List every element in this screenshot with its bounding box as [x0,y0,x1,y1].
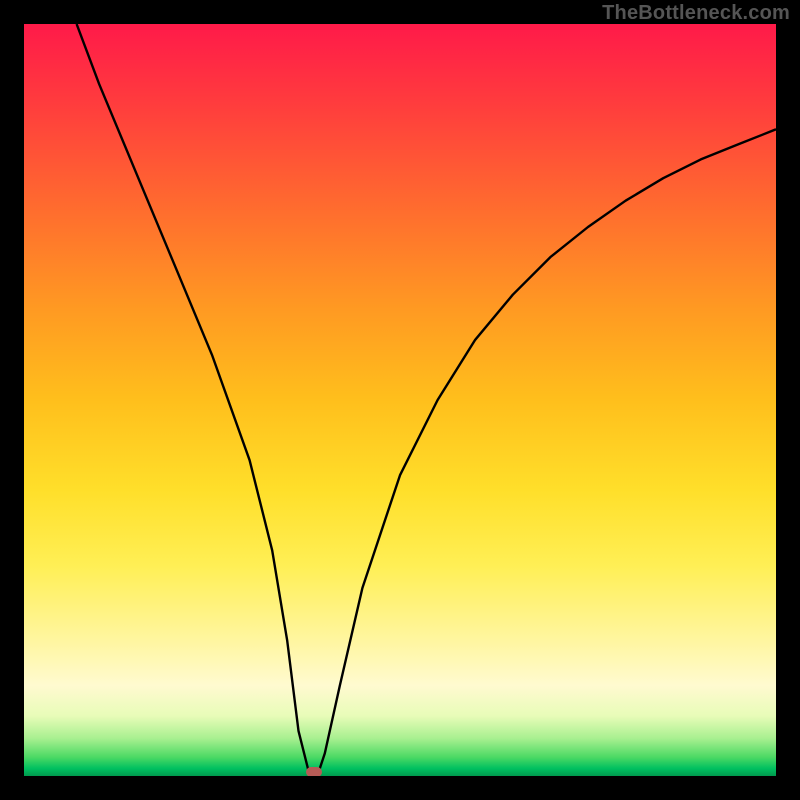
min-point-marker [306,767,322,776]
bottleneck-curve [24,24,776,776]
chart-frame: TheBottleneck.com [0,0,800,800]
watermark-label: TheBottleneck.com [602,2,790,25]
plot-area [24,24,776,776]
